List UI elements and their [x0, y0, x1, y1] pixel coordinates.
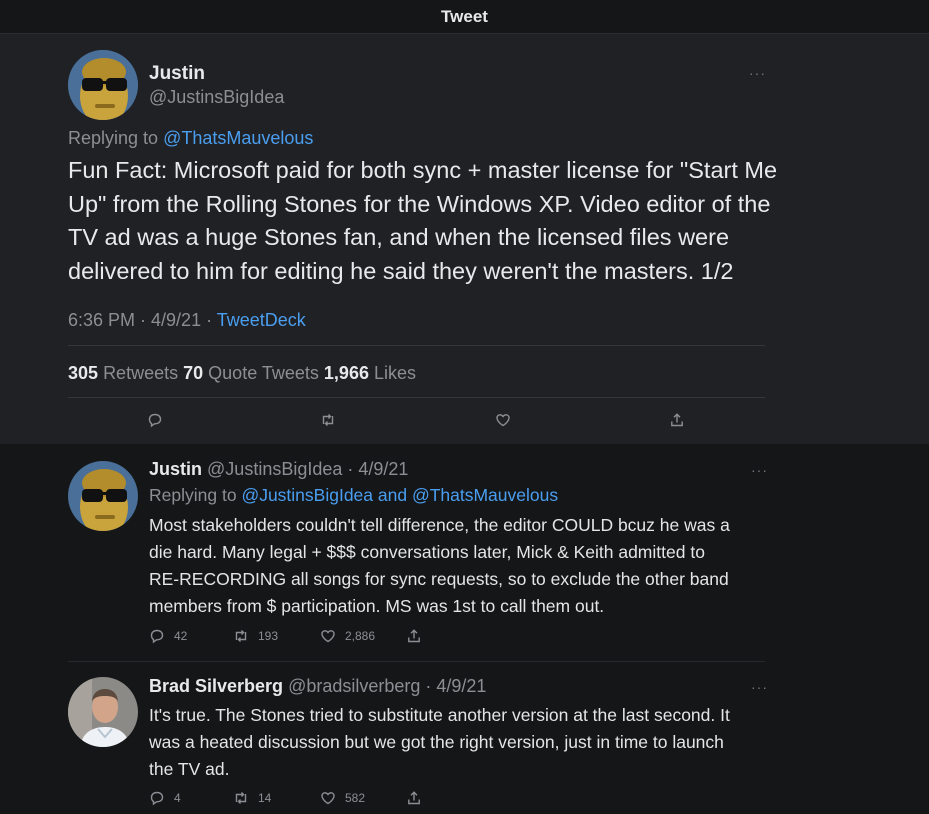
share-icon [671, 413, 683, 427]
reply-text-line: was a heated discussion but we got the r… [149, 732, 724, 752]
quotes-stat[interactable]: 70 Quote Tweets [183, 363, 319, 383]
retweet-icon [235, 630, 247, 642]
share-button[interactable] [406, 790, 422, 806]
reply-text: It's true. The Stones tried to substitut… [149, 702, 730, 783]
like-button[interactable]: 582 [320, 790, 365, 806]
tweet-stats: 305 Retweets 70 Quote Tweets 1,966 Likes [68, 363, 416, 384]
more-icon[interactable]: ··· [749, 65, 766, 81]
replying-to: Replying to @JustinsBigIdea and @ThatsMa… [149, 485, 558, 506]
reply-text-line: RE-RECORDING all songs for sync requests… [149, 569, 729, 589]
retweet-button[interactable]: 193 [233, 628, 278, 644]
likes-stat[interactable]: 1,966 Likes [324, 363, 416, 383]
reply-icon [150, 791, 164, 806]
avatar[interactable] [68, 50, 138, 120]
author-meta[interactable]: @JustinsBigIdea · 4/9/21 [207, 459, 408, 479]
retweet-icon [322, 414, 334, 426]
like-icon [496, 414, 510, 427]
avatar[interactable] [68, 461, 138, 531]
tweet-meta: 6:36 PM · 4/9/21 · TweetDeck [68, 310, 306, 331]
reply-text: Most stakeholders couldn't tell differen… [149, 512, 730, 620]
reply-header: Justin @JustinsBigIdea · 4/9/21 [149, 459, 408, 480]
reply-text-line: Most stakeholders couldn't tell differen… [149, 515, 730, 535]
divider [68, 661, 765, 662]
like-icon [321, 792, 335, 805]
reply-button[interactable]: 4 [149, 790, 181, 806]
replying-label: Replying to [68, 128, 159, 148]
top-bar: Tweet [0, 0, 929, 34]
reply-count: 42 [174, 629, 188, 643]
tweet-timestamp[interactable]: 6:36 PM · 4/9/21 · [68, 310, 212, 330]
reply-icon [148, 413, 162, 428]
reply-text-line: members from $ participation. MS was 1st… [149, 596, 605, 616]
retweet-count: 14 [258, 791, 272, 805]
reply-button[interactable] [147, 412, 163, 428]
retweets-stat[interactable]: 305 Retweets [68, 363, 178, 383]
divider [68, 345, 765, 346]
reply-count: 4 [174, 791, 181, 805]
more-icon[interactable]: ··· [751, 462, 768, 478]
replying-label: Replying to [149, 485, 237, 505]
author-name[interactable]: Brad Silverberg [149, 676, 283, 696]
like-count: 582 [345, 791, 366, 805]
like-button[interactable]: 2,886 [320, 628, 375, 644]
tweet-source[interactable]: TweetDeck [217, 310, 306, 330]
retweet-icon [235, 792, 247, 804]
tweet-text-line: delivered to him for editing he said the… [68, 257, 734, 284]
main-tweet: Justin @JustinsBigIdea ··· Replying to @… [0, 34, 929, 444]
author-meta[interactable]: @bradsilverberg · 4/9/21 [288, 676, 486, 696]
share-button[interactable] [669, 412, 685, 428]
like-icon [321, 630, 335, 643]
author-name[interactable]: Justin [149, 459, 202, 479]
like-button[interactable] [495, 412, 511, 428]
like-count: 2,886 [345, 629, 376, 643]
author-handle[interactable]: @JustinsBigIdea [149, 87, 284, 108]
replying-to: Replying to @ThatsMauvelous [68, 128, 313, 149]
page-title: Tweet [441, 6, 488, 26]
avatar[interactable] [68, 677, 138, 747]
tweet-text-line: Fun Fact: Microsoft paid for both sync +… [68, 157, 778, 183]
reply-text-line: the TV ad. [149, 759, 230, 779]
divider [68, 397, 765, 398]
tweet-text-line: Up" from the Rolling Stones for the Wind… [68, 190, 771, 217]
reply-text-line: It's true. The Stones tried to substitut… [149, 705, 730, 725]
share-icon [408, 629, 420, 643]
tweet-text: Fun Fact: Microsoft paid for both sync +… [68, 154, 777, 288]
replying-to-link[interactable]: @JustinsBigIdea and @ThatsMauvelous [241, 485, 558, 505]
reply-text-line: die hard. Many legal + $$$ conversations… [149, 542, 705, 562]
more-icon[interactable]: ··· [751, 679, 768, 695]
reply-header: Brad Silverberg @bradsilverberg · 4/9/21 [149, 676, 486, 697]
reply-icon [150, 629, 164, 644]
replying-to-link[interactable]: @ThatsMauvelous [163, 128, 313, 148]
retweet-button[interactable] [320, 412, 336, 428]
retweet-count: 193 [258, 629, 279, 643]
share-button[interactable] [406, 628, 422, 644]
author-name[interactable]: Justin [149, 63, 205, 85]
share-icon [408, 791, 420, 805]
retweet-button[interactable]: 14 [233, 790, 271, 806]
reply-button[interactable]: 42 [149, 628, 187, 644]
tweet-text-line: TV ad was a huge Stones fan, and when th… [68, 224, 730, 250]
